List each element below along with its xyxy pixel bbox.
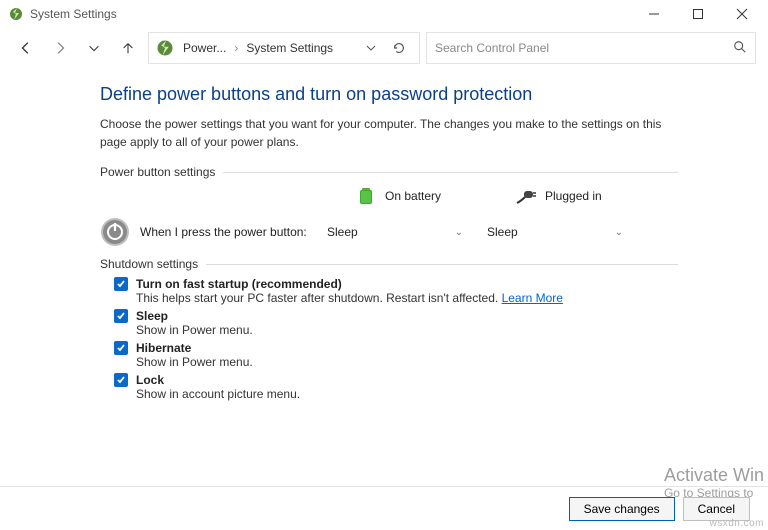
checkbox-sleep[interactable] bbox=[114, 309, 128, 323]
titlebar: System Settings bbox=[0, 0, 768, 28]
power-button-icon bbox=[100, 217, 130, 247]
battery-icon bbox=[355, 185, 377, 207]
footer: Save changes Cancel bbox=[0, 486, 768, 530]
power-button-label: When I press the power button: bbox=[140, 225, 320, 239]
back-button[interactable] bbox=[12, 34, 40, 62]
power-button-battery-select[interactable]: Sleep⌄ bbox=[320, 220, 470, 244]
power-button-plugged-select[interactable]: Sleep⌄ bbox=[480, 220, 630, 244]
breadcrumb-item-system-settings[interactable]: System Settings bbox=[242, 41, 337, 55]
checkbox-lock[interactable] bbox=[114, 373, 128, 387]
forward-button[interactable] bbox=[46, 34, 74, 62]
search-placeholder: Search Control Panel bbox=[435, 41, 733, 55]
save-changes-button[interactable]: Save changes bbox=[569, 497, 675, 521]
close-button[interactable] bbox=[720, 0, 764, 28]
lock-desc: Show in account picture menu. bbox=[136, 387, 678, 401]
search-box[interactable]: Search Control Panel bbox=[426, 32, 756, 64]
app-plug-icon bbox=[8, 6, 24, 22]
fast-startup-desc: This helps start your PC faster after sh… bbox=[136, 291, 498, 305]
address-dropdown[interactable] bbox=[357, 43, 385, 53]
content-area: Define power buttons and turn on passwor… bbox=[0, 74, 768, 486]
section-power-button: Power button settings bbox=[100, 165, 678, 179]
section-shutdown: Shutdown settings bbox=[100, 257, 678, 271]
power-button-row: When I press the power button: Sleep⌄ Sl… bbox=[100, 217, 678, 247]
minimize-button[interactable] bbox=[632, 0, 676, 28]
up-button[interactable] bbox=[114, 34, 142, 62]
col-plugged-label: Plugged in bbox=[545, 189, 602, 203]
window-title: System Settings bbox=[30, 7, 632, 21]
refresh-button[interactable] bbox=[385, 41, 413, 55]
address-plug-icon bbox=[155, 38, 175, 58]
address-bar[interactable]: Power... › System Settings bbox=[148, 32, 420, 64]
sleep-label: Sleep bbox=[136, 309, 168, 323]
breadcrumb-item-power[interactable]: Power... bbox=[179, 41, 230, 55]
page-heading: Define power buttons and turn on passwor… bbox=[100, 84, 678, 105]
search-icon bbox=[733, 40, 747, 57]
column-headers: On battery Plugged in bbox=[100, 185, 678, 207]
page-description: Choose the power settings that you want … bbox=[100, 115, 678, 151]
chevron-right-icon: › bbox=[230, 41, 242, 55]
hibernate-desc: Show in Power menu. bbox=[136, 355, 678, 369]
learn-more-link[interactable]: Learn More bbox=[502, 291, 563, 305]
recent-dropdown[interactable] bbox=[80, 34, 108, 62]
checkbox-hibernate[interactable] bbox=[114, 341, 128, 355]
cancel-button[interactable]: Cancel bbox=[683, 497, 750, 521]
checkbox-fast-startup[interactable] bbox=[114, 277, 128, 291]
chevron-down-icon: ⌄ bbox=[615, 227, 623, 238]
fast-startup-label: Turn on fast startup (recommended) bbox=[136, 277, 342, 291]
lock-label: Lock bbox=[136, 373, 164, 387]
hibernate-label: Hibernate bbox=[136, 341, 191, 355]
maximize-button[interactable] bbox=[676, 0, 720, 28]
col-battery-label: On battery bbox=[385, 189, 441, 203]
plug-icon bbox=[515, 185, 537, 207]
attribution: wsxdn.com bbox=[709, 518, 764, 529]
chevron-down-icon: ⌄ bbox=[455, 227, 463, 238]
sleep-desc: Show in Power menu. bbox=[136, 323, 678, 337]
toolbar: Power... › System Settings Search Contro… bbox=[0, 28, 768, 74]
